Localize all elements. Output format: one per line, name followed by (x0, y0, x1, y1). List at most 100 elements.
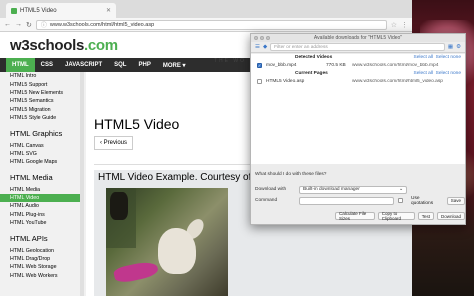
nav-javascript[interactable]: JAVASCRIPT (59, 58, 108, 72)
sidebar-heading-apis: HTML APIs (10, 233, 48, 243)
nav-css[interactable]: CSS (35, 58, 59, 72)
detected-videos-header: Detected Videos Select all Select none (251, 54, 465, 61)
download-with-row: Download with Built-in download manager ⌄ (255, 185, 407, 194)
page-title: HTML5 Video (94, 116, 180, 132)
test-button[interactable]: Test (417, 212, 434, 220)
list-icon[interactable]: ☰ (255, 44, 260, 50)
use-quotations-checkbox[interactable] (398, 198, 403, 203)
sidebar-scrollbar[interactable] (80, 72, 84, 296)
sidebar-item-html5-new-elements[interactable]: HTML5 New Elements (10, 89, 84, 97)
download-with-select[interactable]: Built-in download manager ⌄ (299, 185, 407, 194)
grid-icon[interactable]: ▦ (448, 44, 453, 50)
previous-button[interactable]: ‹ Previous (94, 136, 134, 150)
sidebar-heading-graphics: HTML Graphics (10, 128, 63, 138)
download-with-label: Download with (255, 187, 287, 192)
select-none-link[interactable]: Select none (436, 71, 461, 76)
video-frame-rabbit (158, 228, 196, 274)
question-label: What should I do with these files? (255, 172, 327, 177)
sidebar-heading-media: HTML Media (10, 173, 53, 183)
logo-main: w3schools (10, 36, 84, 54)
browser-tab[interactable]: HTML5 Video ✕ (6, 3, 116, 18)
tab-bar: HTML5 Video ✕ (0, 0, 412, 18)
gear-icon[interactable]: ⚙ (456, 44, 461, 50)
file-name: mov_bbb.mp4 (266, 63, 297, 68)
close-tab-icon[interactable]: ✕ (106, 7, 111, 14)
row-checkbox[interactable] (257, 79, 262, 84)
chevron-down-icon: ⌄ (398, 187, 403, 192)
list-item[interactable]: HTML5 Video.asp www.w3schools.com/html/h… (251, 77, 465, 86)
dialog-buttons: Calculate File Sizes Copy to Clipboard T… (335, 211, 465, 221)
command-input[interactable] (298, 196, 394, 205)
logo-dot: .com (84, 36, 118, 54)
menu-icon[interactable]: ⋮ (401, 21, 408, 29)
sidebar-item-html5-style-guide[interactable]: HTML5 Style Guide (10, 114, 84, 122)
sidebar-item-html5-semantics[interactable]: HTML5 Semantics (10, 97, 84, 105)
video-frame-shadow (110, 192, 128, 220)
sidebar-item-html5-support[interactable]: HTML5 Support (10, 80, 84, 88)
file-url: www.w3schools.com/html/html5_video.asp (352, 79, 443, 84)
url-text: www.w3schools.com/html/html5_video.asp (49, 21, 155, 28)
example-title-text: HTML Video Example. Courtesy of (98, 172, 255, 183)
sidebar-item-media[interactable]: HTML Media (10, 186, 84, 194)
video-frame-cloth (112, 259, 160, 285)
sidebar-item-plugins[interactable]: HTML Plug-ins (10, 211, 84, 219)
window-controls (254, 36, 270, 40)
sidebar-item-google-maps[interactable]: HTML Google Maps (10, 158, 84, 166)
sidebar-item-svg[interactable]: HTML SVG (10, 150, 84, 158)
section-title: Detected Videos (295, 55, 333, 60)
ad-banner-text: THE WO (214, 58, 246, 64)
nav-html[interactable]: HTML (6, 58, 35, 72)
example-title: HTML Video Example. Courtesy of Bi (98, 172, 263, 183)
zoom-window-button[interactable] (266, 36, 270, 40)
current-pages-header: Current Pages Select all Select none (251, 70, 465, 77)
dialog-toolbar: ☰ ◆ Filter or enter an address ▦ ⚙ (251, 42, 465, 53)
list-item[interactable]: ✓ mov_bbb.mp4 770.5 KB www.w3schools.com… (251, 61, 465, 70)
sidebar-item-html5-migration[interactable]: HTML5 Migration (10, 106, 84, 114)
download-with-value: Built-in download manager (303, 187, 360, 192)
sidebar-item-audio[interactable]: HTML Audio (10, 202, 84, 210)
use-quotations-label: Use quotations (410, 195, 434, 206)
sidebar-item-canvas[interactable]: HTML Canvas (10, 141, 84, 149)
address-bar-row: ← → ↻ ⓘ www.w3schools.com/html/html5_vid… (0, 18, 412, 32)
sidebar-item-youtube[interactable]: HTML YouTube (10, 219, 84, 227)
forward-icon[interactable]: → (15, 21, 22, 28)
nav-php[interactable]: PHP (132, 58, 156, 72)
nav-sql[interactable]: SQL (108, 58, 132, 72)
select-none-link[interactable]: Select none (436, 55, 461, 60)
downloads-list: Detected Videos Select all Select none ✓… (251, 54, 465, 164)
download-button[interactable]: Download (436, 212, 465, 220)
dialog-titlebar[interactable]: Available downloads for "HTML5 Video" (251, 34, 465, 42)
filter-input[interactable]: Filter or enter an address (270, 43, 445, 51)
calculate-sizes-button[interactable]: Calculate File Sizes (335, 211, 375, 221)
copy-clipboard-button[interactable]: Copy to Clipboard (377, 211, 415, 221)
site-logo[interactable]: w3schools.com (10, 37, 118, 54)
bookmark-star-icon[interactable]: ☆ (391, 21, 397, 29)
sidebar-item-video[interactable]: HTML Video (0, 193, 84, 203)
sidebar-item-geolocation[interactable]: HTML Geolocation (10, 246, 84, 254)
select-links: Select all Select none (414, 71, 461, 76)
sidebar-item-web-storage[interactable]: HTML Web Storage (10, 263, 84, 271)
dialog-title: Available downloads for "HTML5 Video" (313, 35, 403, 41)
command-label: Command (255, 198, 278, 203)
sidebar: HTML Intro HTML5 Support HTML5 New Eleme… (0, 72, 84, 296)
tab-title: HTML5 Video (20, 7, 57, 14)
reload-icon[interactable]: ↻ (26, 21, 32, 29)
video-player[interactable] (106, 188, 228, 296)
file-url: www.w3schools.com/html/mov_bbb.mp4 (352, 63, 439, 68)
file-name: HTML5 Video.asp (266, 79, 305, 84)
sidebar-item-drag-drop[interactable]: HTML Drag/Drop (10, 255, 84, 263)
row-checkbox[interactable]: ✓ (257, 63, 262, 68)
select-all-link[interactable]: Select all (414, 71, 433, 76)
nav-more[interactable]: MORE ▾ (157, 58, 192, 72)
select-all-link[interactable]: Select all (414, 55, 433, 60)
sidebar-item-html-intro[interactable]: HTML Intro (10, 72, 84, 80)
url-field[interactable]: ⓘ www.w3schools.com/html/html5_video.asp (35, 19, 387, 30)
dropbox-icon[interactable]: ◆ (263, 44, 267, 50)
back-icon[interactable]: ← (4, 21, 11, 28)
save-button[interactable]: Save (446, 196, 466, 205)
file-size: 770.5 KB (326, 63, 346, 68)
sidebar-item-web-workers[interactable]: HTML Web Workers (10, 272, 84, 280)
select-links: Select all Select none (414, 55, 461, 60)
minimize-window-button[interactable] (260, 36, 264, 40)
close-window-button[interactable] (254, 36, 258, 40)
